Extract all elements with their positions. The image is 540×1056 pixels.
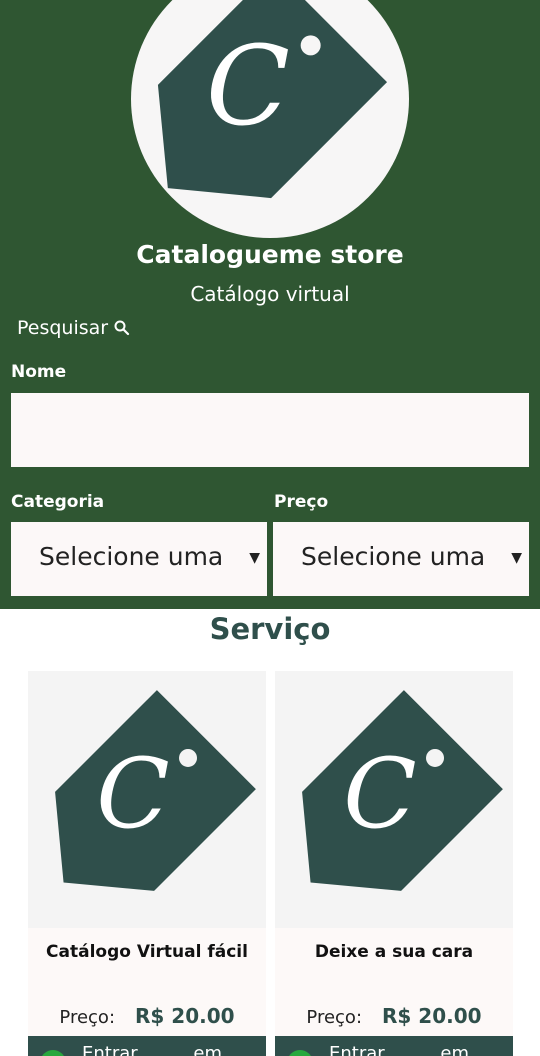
enter-button-word: Entrar xyxy=(329,1043,385,1056)
product-card[interactable]: C Catálogo Virtual fácil Preço: R$ 20.00… xyxy=(28,671,266,1056)
enter-button-text: Entrar em xyxy=(82,1043,222,1056)
name-search-input[interactable] xyxy=(11,393,529,467)
product-image[interactable]: C xyxy=(275,671,513,928)
product-info: Catálogo Virtual fácil Preço: R$ 20.00 xyxy=(28,928,266,1036)
category-select-value: Selecione uma xyxy=(39,542,224,571)
price-label: Preço: xyxy=(59,1007,116,1028)
price-field-label: Preço xyxy=(274,492,329,512)
enter-button-word: Entrar xyxy=(82,1043,138,1056)
product-name: Deixe a sua cara xyxy=(314,942,474,962)
section-title: Serviço xyxy=(209,612,331,646)
category-select[interactable]: Selecione uma ▼ xyxy=(11,522,267,596)
enter-whatsapp-button[interactable]: Entrar em xyxy=(275,1036,513,1056)
store-subtitle: Catálogo virtual xyxy=(190,282,350,306)
enter-whatsapp-button[interactable]: Entrar em xyxy=(28,1036,266,1056)
svg-text:C: C xyxy=(206,22,290,150)
category-field-label: Categoria xyxy=(11,492,105,512)
dropdown-arrow-icon: ▼ xyxy=(249,550,260,566)
price-row: Preço: R$ 20.00 xyxy=(28,1004,266,1028)
enter-button-word: em xyxy=(440,1043,469,1056)
price-tag-c-icon: C xyxy=(157,0,388,199)
price-row: Preço: R$ 20.00 xyxy=(275,1004,513,1028)
whatsapp-icon xyxy=(287,1050,313,1056)
svg-text:C: C xyxy=(96,738,169,850)
enter-button-text: Entrar em xyxy=(329,1043,469,1056)
price-tag-c-icon: C xyxy=(55,690,256,891)
magnifier-icon xyxy=(114,320,130,336)
search-toggle-label: Pesquisar xyxy=(17,317,109,339)
whatsapp-icon xyxy=(40,1050,66,1056)
name-field-label: Nome xyxy=(11,362,67,382)
svg-text:C: C xyxy=(343,738,416,850)
price-select-value: Selecione uma xyxy=(301,542,486,571)
dropdown-arrow-icon: ▼ xyxy=(511,550,522,566)
store-header: C Catalogueme store Catálogo virtual Pes… xyxy=(0,0,540,609)
search-toggle[interactable]: Pesquisar xyxy=(17,317,130,339)
price-value: R$ 20.00 xyxy=(382,1004,482,1028)
product-name: Catálogo Virtual fácil xyxy=(46,942,248,962)
price-label: Preço: xyxy=(306,1007,363,1028)
price-select[interactable]: Selecione uma ▼ xyxy=(273,522,529,596)
price-tag-c-icon: C xyxy=(302,690,503,891)
store-logo: C xyxy=(131,0,409,238)
product-info: Deixe a sua cara Preço: R$ 20.00 xyxy=(275,928,513,1036)
product-card[interactable]: C Deixe a sua cara Preço: R$ 20.00 Entra… xyxy=(275,671,513,1056)
store-name: Catalogueme store xyxy=(136,240,404,269)
product-image[interactable]: C xyxy=(28,671,266,928)
enter-button-word: em xyxy=(193,1043,222,1056)
price-value: R$ 20.00 xyxy=(135,1004,235,1028)
